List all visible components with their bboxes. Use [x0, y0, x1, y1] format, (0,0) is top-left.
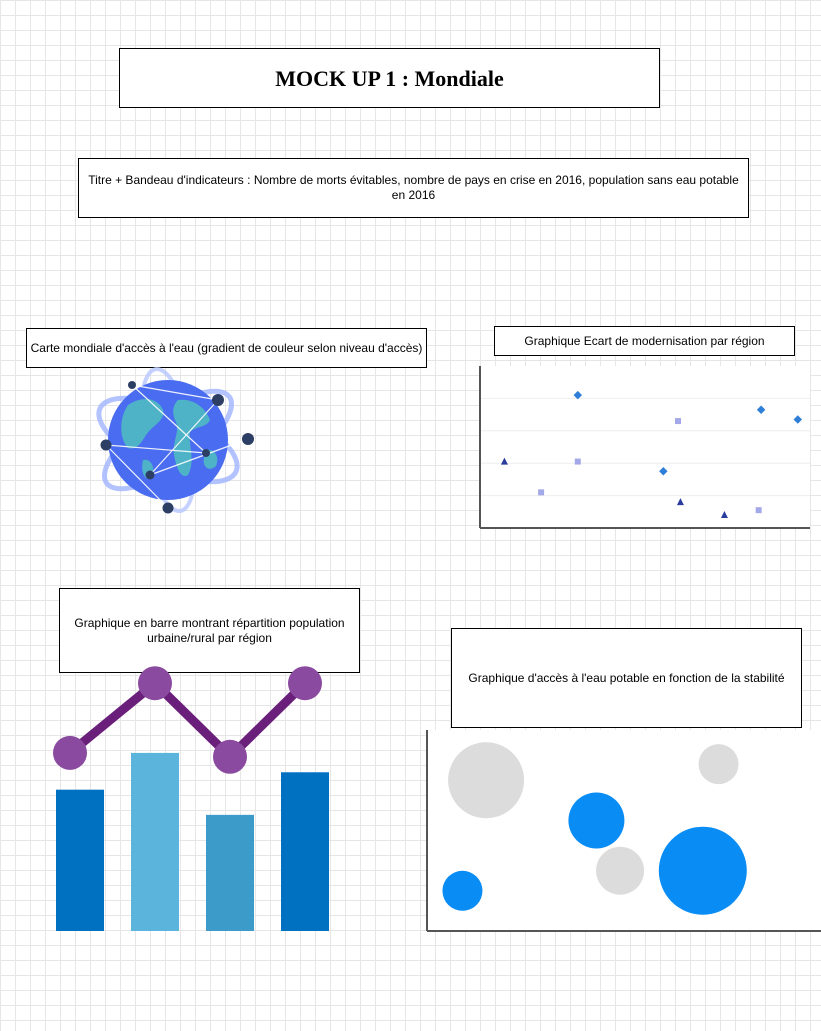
- bar: [281, 772, 329, 931]
- map-caption-box: Carte mondiale d'accès à l'eau (gradient…: [26, 328, 427, 368]
- scatter-chart: [479, 366, 810, 529]
- bubble: [568, 792, 625, 849]
- globe-icon: [96, 366, 254, 514]
- scatter-point-square: [755, 507, 762, 514]
- map-caption-text: Carte mondiale d'accès à l'eau (gradient…: [30, 340, 423, 355]
- indicator-banner-text: Titre + Bandeau d'indicateurs : Nombre d…: [88, 173, 739, 202]
- bar: [206, 814, 254, 931]
- scatter-point-square: [574, 458, 581, 465]
- trend-marker: [288, 666, 322, 701]
- network-node: [145, 470, 155, 480]
- bubble-caption-text: Graphique d'accès à l'eau potable en fon…: [468, 670, 785, 685]
- network-node: [128, 381, 136, 389]
- network-node: [242, 433, 254, 445]
- trend-line: [67, 678, 309, 762]
- bar: [131, 752, 179, 931]
- page-title: MOCK UP 1 : Mondiale: [119, 48, 660, 108]
- trend-marker: [138, 666, 172, 701]
- bubble: [658, 826, 747, 915]
- scatter-caption-text: Graphique Ecart de modernisation par rég…: [524, 333, 765, 348]
- page-title-text: MOCK UP 1 : Mondiale: [275, 65, 504, 91]
- bar-chart: [53, 666, 329, 931]
- scatter-point-square: [675, 418, 681, 425]
- scatter-plot-area: [480, 366, 810, 528]
- bubble: [448, 742, 525, 819]
- scatter-caption-box: Graphique Ecart de modernisation par rég…: [494, 326, 795, 356]
- trend-marker: [213, 739, 247, 774]
- bar: [56, 789, 104, 931]
- network-node: [100, 439, 112, 451]
- bubble: [596, 846, 645, 895]
- bubble-caption-box: Graphique d'accès à l'eau potable en fon…: [451, 628, 802, 728]
- scatter-point-square: [538, 489, 545, 496]
- network-node: [212, 394, 224, 406]
- network-node: [162, 502, 174, 514]
- indicator-banner: Titre + Bandeau d'indicateurs : Nombre d…: [78, 158, 749, 218]
- bar-caption-text: Graphique en barre montrant répartition …: [74, 615, 345, 645]
- bubble: [698, 744, 739, 785]
- trend-marker: [53, 735, 87, 770]
- network-node: [202, 449, 210, 457]
- bubble-chart: [426, 730, 821, 932]
- bubble: [442, 870, 483, 911]
